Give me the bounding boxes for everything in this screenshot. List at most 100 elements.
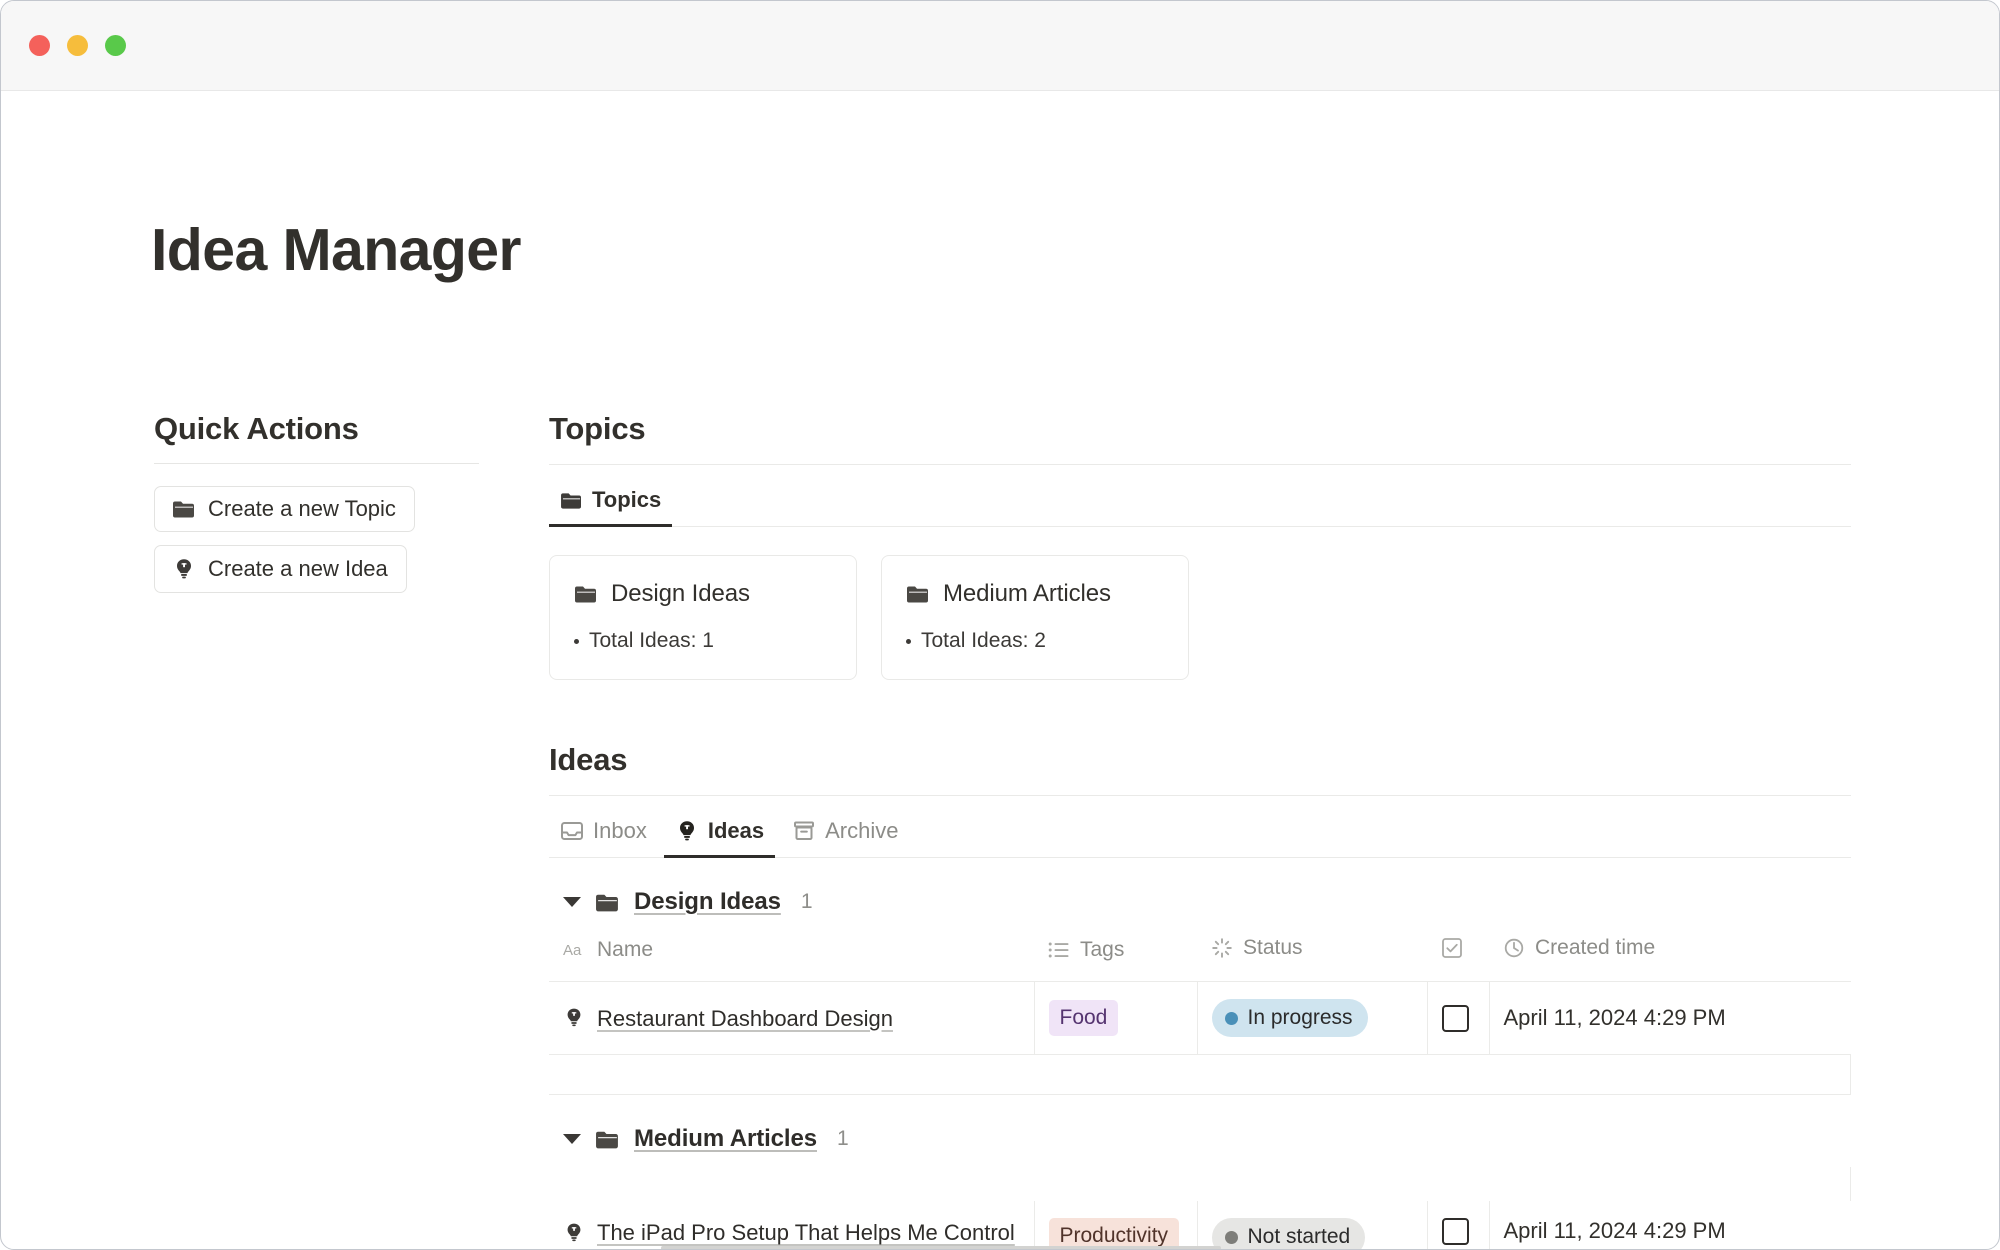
- table-header-row: Aa Name Tags Status Created time: [549, 930, 1851, 982]
- row-checkbox[interactable]: [1441, 1218, 1469, 1246]
- window-titlebar: [1, 1, 1999, 91]
- create-new-topic-button[interactable]: Create a new Topic: [154, 486, 415, 532]
- cell-tags[interactable]: Productivity: [1034, 1201, 1198, 1249]
- bullet-icon: [906, 638, 911, 644]
- column-header-created-time-label: Created time: [1535, 936, 1656, 959]
- cell-checkbox[interactable]: [1427, 1201, 1490, 1249]
- topic-card-design-ideas[interactable]: Design Ideas Total Ideas: 1: [549, 555, 857, 680]
- status-spinner-icon: [1211, 937, 1233, 959]
- tab-archive[interactable]: Archive: [781, 808, 909, 857]
- horizontal-scrollbar[interactable]: [1, 1246, 1999, 1249]
- table-spacer-row: [549, 1167, 1851, 1202]
- column-header-created-time[interactable]: Created time: [1489, 930, 1851, 982]
- tab-archive-label: Archive: [825, 818, 899, 843]
- close-window-button[interactable]: [29, 35, 50, 56]
- tab-inbox-label: Inbox: [593, 818, 647, 843]
- folder-icon: [574, 584, 598, 604]
- tag-badge: Food: [1048, 1000, 1119, 1037]
- folder-icon: [595, 1129, 620, 1150]
- maximize-window-button[interactable]: [105, 35, 126, 56]
- status-badge: In progress: [1211, 999, 1368, 1038]
- column-header-checkbox[interactable]: [1427, 930, 1489, 982]
- group-header[interactable]: Design Ideas 1: [549, 888, 1851, 916]
- scrollbar-thumb[interactable]: [661, 1246, 1221, 1249]
- checkbox-checked-icon: [1441, 937, 1463, 959]
- table-spacer-row: [549, 1054, 1851, 1096]
- chevron-down-icon[interactable]: [563, 1134, 581, 1145]
- table-row[interactable]: Restaurant Dashboard Design Food In prog…: [549, 981, 1851, 1056]
- tab-inbox[interactable]: Inbox: [549, 808, 658, 857]
- chevron-down-icon[interactable]: [563, 897, 581, 907]
- folder-icon: [595, 892, 620, 913]
- status-dot-icon: [1224, 1011, 1238, 1025]
- cell-status[interactable]: Not started: [1197, 1201, 1428, 1249]
- column-header-name[interactable]: Aa Name: [549, 930, 1034, 982]
- minimize-window-button[interactable]: [67, 35, 88, 56]
- topic-cards-list: Design Ideas Total Ideas: 1 Medium Artic…: [549, 555, 1851, 680]
- status-badge-label: In progress: [1247, 1006, 1353, 1029]
- cell-created-time[interactable]: April 11, 2024 4:29 PM: [1489, 1201, 1851, 1249]
- ideas-section: Ideas Inbox Ideas Archive Design Ideas 1…: [549, 742, 1851, 1249]
- topic-card-title-text: Medium Articles: [943, 580, 1111, 607]
- topic-card-meta: Total Ideas: 2: [906, 629, 1164, 653]
- lightbulb-icon: [172, 557, 196, 581]
- cell-created-time[interactable]: April 11, 2024 4:29 PM: [1489, 981, 1851, 1056]
- svg-text:Aa: Aa: [563, 942, 582, 959]
- topic-card-title-text: Design Ideas: [611, 580, 750, 607]
- table-spacer-cell: [549, 1054, 1851, 1096]
- topics-heading: Topics: [549, 411, 646, 446]
- cell-name[interactable]: Restaurant Dashboard Design: [549, 981, 1035, 1056]
- main-columns: Quick Actions Create a new Topic Create …: [1, 411, 1999, 1249]
- idea-name-link[interactable]: Restaurant Dashboard Design: [597, 1004, 893, 1033]
- folder-icon: [172, 499, 196, 519]
- traffic-light-controls: [29, 35, 126, 56]
- archive-icon: [792, 820, 816, 842]
- quick-actions-divider: [154, 463, 479, 464]
- topics-tabbar: Topics: [549, 465, 1851, 527]
- topic-card-medium-articles[interactable]: Medium Articles Total Ideas: 2: [881, 555, 1189, 680]
- group-count: 1: [837, 1127, 849, 1151]
- column-header-name-label: Name: [597, 938, 654, 961]
- cell-tags[interactable]: Food: [1034, 981, 1198, 1056]
- quick-actions-panel: Quick Actions Create a new Topic Create …: [154, 411, 549, 606]
- create-new-topic-label: Create a new Topic: [208, 496, 396, 521]
- app-window: Idea Manager Quick Actions Create a new: [0, 0, 2000, 1250]
- folder-icon: [560, 491, 583, 510]
- text-aa-icon: Aa: [563, 941, 587, 959]
- lightbulb-icon: [563, 1221, 585, 1244]
- folder-icon: [906, 584, 930, 604]
- quick-actions-heading: Quick Actions: [154, 411, 359, 446]
- group-name[interactable]: Medium Articles: [634, 1125, 817, 1153]
- page-content: Idea Manager Quick Actions Create a new: [1, 91, 1999, 1249]
- ideas-table: The iPad Pro Setup That Helps Me Control…: [549, 1167, 1851, 1249]
- bullet-icon: [574, 638, 579, 644]
- tab-topics[interactable]: Topics: [549, 477, 673, 527]
- topic-card-title: Medium Articles: [906, 580, 1164, 608]
- tab-topics-label: Topics: [592, 487, 662, 512]
- group-count: 1: [800, 890, 813, 913]
- topic-card-meta-text: Total Ideas: 1: [589, 629, 714, 652]
- page-title: Idea Manager: [151, 217, 521, 283]
- cell-status[interactable]: In progress: [1197, 981, 1428, 1056]
- ideas-table: Aa Name Tags Status Created time Restaur…: [549, 930, 1851, 1096]
- topics-section: Topics Topics Design Ideas Total Ideas: …: [549, 411, 1851, 680]
- create-new-idea-button[interactable]: Create a new Idea: [154, 545, 407, 593]
- table-spacer-cell: [549, 1167, 1851, 1202]
- content-panel: Topics Topics Design Ideas Total Ideas: …: [549, 411, 1999, 1249]
- cell-checkbox[interactable]: [1427, 981, 1490, 1056]
- tab-ideas-label: Ideas: [707, 818, 765, 843]
- ideas-heading: Ideas: [549, 742, 628, 777]
- inbox-icon: [560, 820, 584, 842]
- column-header-tags[interactable]: Tags: [1034, 930, 1197, 982]
- group-header[interactable]: Medium Articles 1: [549, 1125, 1851, 1153]
- lightbulb-icon: [675, 819, 699, 843]
- create-new-idea-label: Create a new Idea: [208, 556, 388, 581]
- group-name[interactable]: Design Ideas: [634, 888, 781, 916]
- topic-card-meta-text: Total Ideas: 2: [921, 629, 1046, 652]
- tab-ideas[interactable]: Ideas: [663, 808, 776, 858]
- column-header-status[interactable]: Status: [1197, 930, 1427, 982]
- row-checkbox[interactable]: [1441, 1004, 1469, 1032]
- status-dot-icon: [1224, 1231, 1238, 1245]
- cell-name[interactable]: The iPad Pro Setup That Helps Me Control…: [549, 1201, 1035, 1249]
- table-row[interactable]: The iPad Pro Setup That Helps Me Control…: [549, 1201, 1851, 1249]
